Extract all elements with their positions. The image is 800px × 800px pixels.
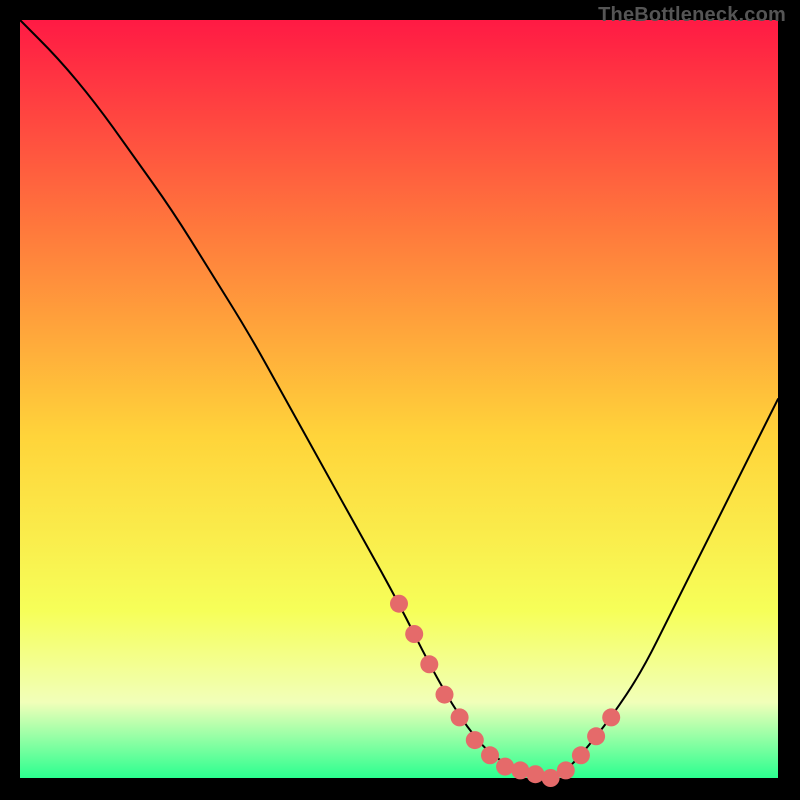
marker-point <box>466 731 484 749</box>
marker-point <box>511 761 529 779</box>
chart-canvas <box>8 8 790 790</box>
marker-point <box>526 765 544 783</box>
marker-point <box>496 758 514 776</box>
marker-point <box>572 746 590 764</box>
marker-point <box>390 595 408 613</box>
gradient-background <box>20 20 778 778</box>
marker-point <box>405 625 423 643</box>
marker-point <box>587 727 605 745</box>
marker-point <box>602 708 620 726</box>
marker-point <box>481 746 499 764</box>
marker-point <box>451 708 469 726</box>
marker-point <box>557 761 575 779</box>
marker-point <box>436 686 454 704</box>
marker-point <box>420 655 438 673</box>
watermark-text: TheBottleneck.com <box>598 4 786 27</box>
